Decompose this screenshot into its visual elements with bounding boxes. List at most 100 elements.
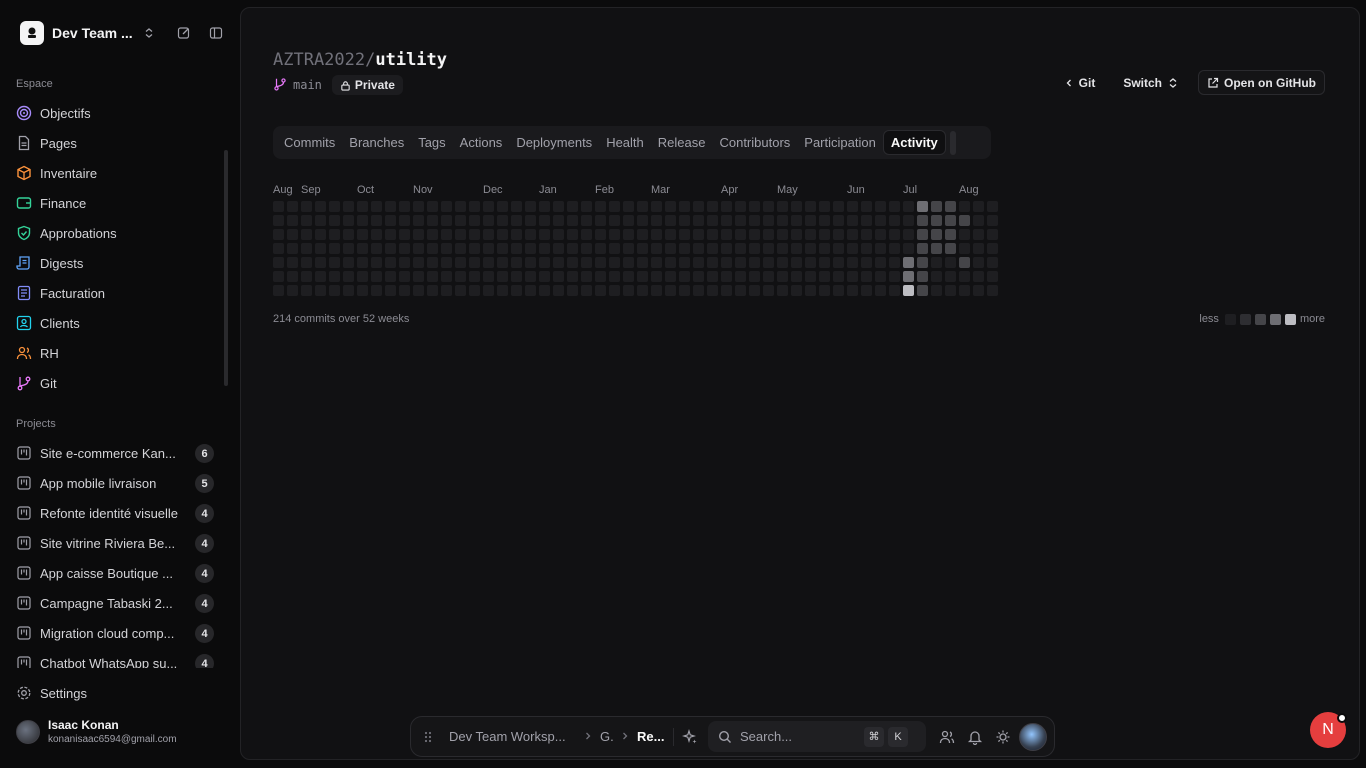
activity-cell [567, 201, 578, 212]
activity-cell [651, 257, 662, 268]
activity-cell [357, 257, 368, 268]
tab-health[interactable]: Health [599, 130, 651, 155]
project-item[interactable]: Campagne Tabaski 2... 4 [16, 591, 214, 615]
tab-activity[interactable]: Activity [882, 130, 946, 155]
project-label: Chatbot WhatsApp su... [40, 655, 178, 669]
project-item[interactable]: Refonte identité visuelle 4 [16, 501, 214, 525]
activity-cell [301, 257, 312, 268]
activity-cell [973, 271, 984, 282]
avatar[interactable] [1019, 723, 1047, 751]
switch-repo-button[interactable]: Switch [1117, 71, 1184, 95]
tab-contributors[interactable]: Contributors [712, 130, 797, 155]
activity-cell [609, 285, 620, 296]
activity-cell [287, 243, 298, 254]
activity-cell [315, 285, 326, 296]
activity-cell [399, 271, 410, 282]
activity-cell [609, 201, 620, 212]
activity-cell [931, 257, 942, 268]
back-to-git-button[interactable]: Git [1059, 71, 1102, 95]
tab-participation[interactable]: Participation [797, 130, 883, 155]
activity-cell [441, 271, 452, 282]
tab-branches[interactable]: Branches [342, 130, 411, 155]
activity-cell [917, 215, 928, 226]
activity-cell [511, 229, 522, 240]
bell-icon[interactable] [967, 729, 983, 745]
activity-cell [595, 257, 606, 268]
chevron-right-icon [621, 731, 629, 741]
drag-handle-icon[interactable] [423, 730, 433, 744]
project-item[interactable]: App caisse Boutique ... 4 [16, 561, 214, 585]
kbd-k: K [888, 726, 908, 747]
users-icon[interactable] [939, 729, 955, 745]
activity-cell [343, 257, 354, 268]
tab-tags[interactable]: Tags [411, 130, 452, 155]
activity-cell [469, 243, 480, 254]
search-input[interactable]: Search... ⌘ K [708, 721, 926, 752]
tab-actions[interactable]: Actions [453, 130, 510, 155]
activity-cell [385, 215, 396, 226]
activity-cell [917, 257, 928, 268]
activity-cell [595, 229, 606, 240]
activity-cell [371, 229, 382, 240]
activity-cell [315, 243, 326, 254]
activity-cell [987, 257, 998, 268]
activity-cell [623, 271, 634, 282]
activity-cell [385, 229, 396, 240]
divider [673, 728, 674, 746]
user-profile[interactable]: Isaac Konan konanisaac6594@gmail.com [16, 718, 177, 745]
activity-cell [525, 229, 536, 240]
activity-cell [301, 271, 312, 282]
repo-owner[interactable]: AZTRA2022/ [273, 50, 375, 70]
activity-cell [469, 257, 480, 268]
project-item[interactable]: Site vitrine Riviera Be... 4 [16, 531, 214, 555]
sun-icon[interactable] [995, 729, 1011, 745]
breadcrumb-git[interactable]: G. [600, 729, 614, 744]
tab-deployments[interactable]: Deployments [509, 130, 599, 155]
activity-cell [273, 243, 284, 254]
activity-cell [581, 243, 592, 254]
activity-cell [469, 271, 480, 282]
breadcrumb-workspace[interactable]: Dev Team Worksp... [449, 729, 566, 744]
activity-cell [595, 215, 606, 226]
activity-cell [693, 243, 704, 254]
activity-cell [749, 229, 760, 240]
back-label: Git [1078, 75, 1096, 90]
open-on-github-button[interactable]: Open on GitHub [1198, 70, 1325, 95]
activity-cell [749, 201, 760, 212]
project-item[interactable]: Site e-commerce Kan... 6 [16, 441, 214, 465]
activity-cell [819, 285, 830, 296]
activity-cell [791, 243, 802, 254]
activity-cell [707, 215, 718, 226]
project-item[interactable]: App mobile livraison 5 [16, 471, 214, 495]
project-item[interactable]: Chatbot WhatsApp su... 4 [16, 651, 214, 668]
chevron-right-icon [584, 731, 592, 741]
kanban-icon [16, 655, 32, 668]
branch-name: main [293, 78, 322, 92]
activity-cell [987, 285, 998, 296]
project-item[interactable]: Migration cloud comp... 4 [16, 621, 214, 645]
activity-cell [791, 201, 802, 212]
activity-cell [875, 201, 886, 212]
activity-cell [693, 229, 704, 240]
tabs-scrollbar[interactable] [949, 130, 956, 155]
month-label: Dec [483, 184, 503, 196]
activity-cell [889, 201, 900, 212]
month-label: Sep [301, 184, 321, 196]
activity-cell [679, 215, 690, 226]
activity-cell [623, 215, 634, 226]
activity-cell [357, 285, 368, 296]
activity-cell [413, 285, 424, 296]
sparkles-icon[interactable] [682, 729, 698, 745]
breadcrumb-current: Re... [637, 729, 665, 744]
activity-cell [343, 243, 354, 254]
project-count-badge: 4 [195, 624, 214, 643]
tab-release[interactable]: Release [651, 130, 713, 155]
activity-cell [441, 215, 452, 226]
tab-commits[interactable]: Commits [277, 130, 342, 155]
activity-cell [791, 285, 802, 296]
activity-cell [511, 257, 522, 268]
settings-button[interactable]: Settings [16, 681, 216, 705]
kanban-icon [16, 505, 32, 521]
activity-cell [903, 215, 914, 226]
activity-cell [749, 215, 760, 226]
